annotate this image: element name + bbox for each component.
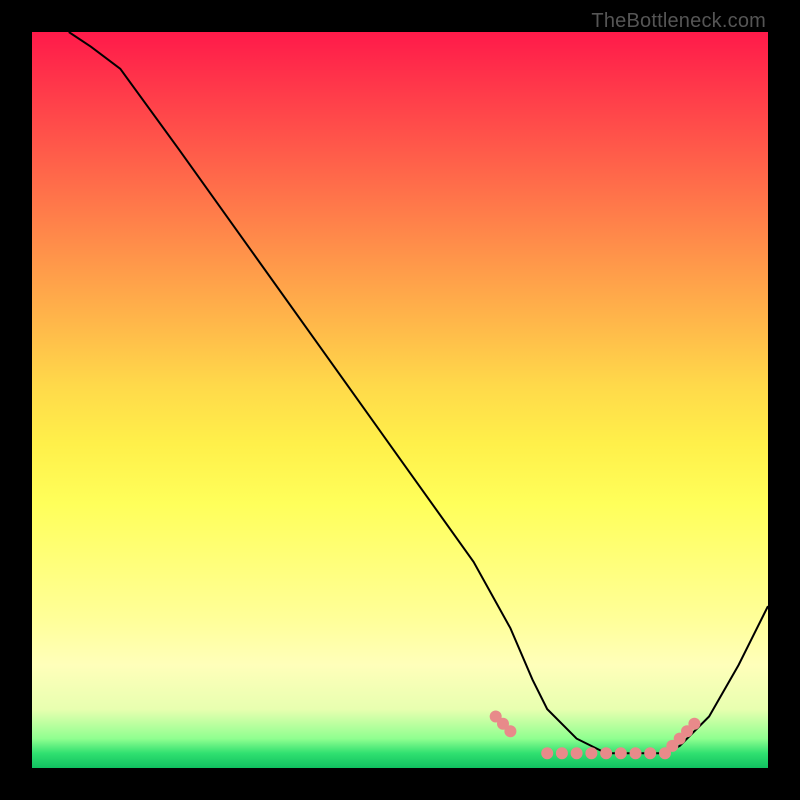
watermark-text: TheBottleneck.com: [591, 10, 766, 33]
curve-line: [69, 32, 768, 753]
chart-svg: [32, 32, 768, 768]
chart-plot-area: [32, 32, 768, 768]
marker-dots: [490, 711, 701, 760]
